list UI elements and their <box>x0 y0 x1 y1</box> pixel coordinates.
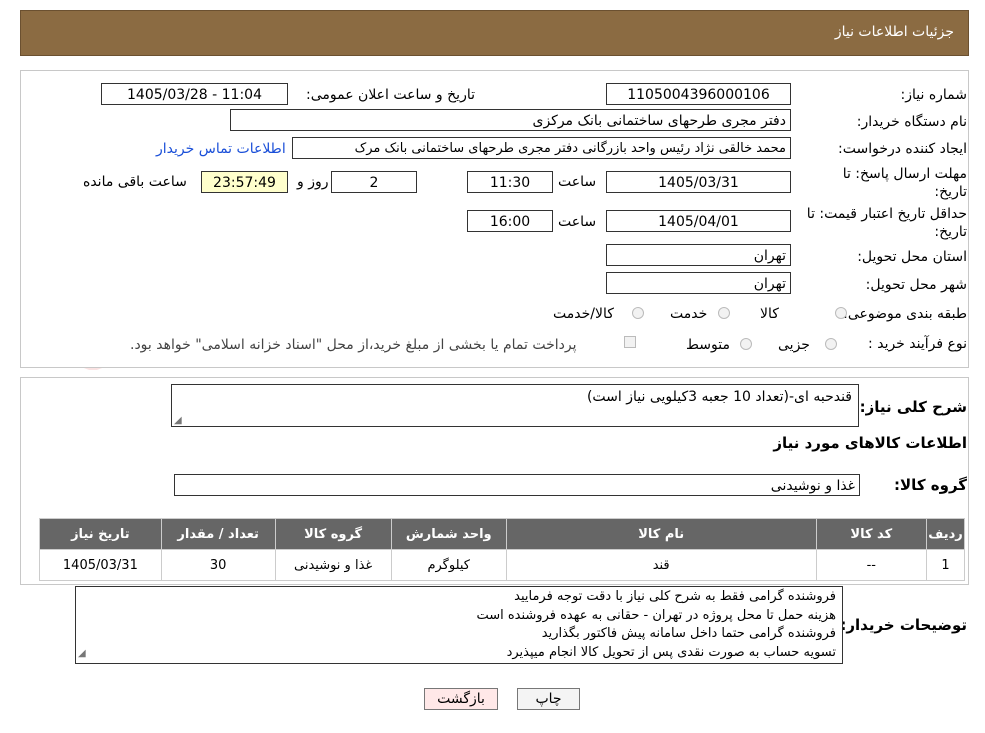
days-remaining-field: 2 <box>331 171 417 193</box>
resize-handle-icon[interactable]: ◢ <box>78 645 86 664</box>
requester-label: ایجاد کننده درخواست: <box>838 141 967 157</box>
deadline-time-label: ساعت <box>558 174 597 190</box>
col-quantity: تعداد / مقدار <box>160 518 276 550</box>
process-option-medium: متوسط <box>686 337 730 353</box>
col-unit: واحد شمارش <box>390 518 507 550</box>
payment-checkbox[interactable] <box>624 336 636 348</box>
description-text: قندحبه ای-(تعداد 10 جعبه 3کیلویی نیاز اس… <box>586 389 852 405</box>
process-radio-minor[interactable] <box>825 338 837 350</box>
buyer-org-field: دفتر مجری طرحهای ساختمانی بانک مرکزی <box>230 109 791 131</box>
announce-label: تاریخ و ساعت اعلان عمومی: <box>306 87 475 103</box>
buyer-note-line: تسویه حساب به صورت نقدی پس از تحویل کالا… <box>506 644 836 660</box>
goods-section-title: اطلاعات کالاهای مورد نیاز <box>773 434 967 452</box>
validity-date-field: 1405/04/01 <box>606 210 791 232</box>
goods-group-label: گروه کالا: <box>894 476 967 494</box>
col-group: گروه کالا <box>274 518 392 550</box>
need-number-field: 1105004396000106 <box>606 83 791 105</box>
announce-datetime-field: 1405/03/28 - 11:04 <box>101 83 288 105</box>
category-label: طبقه بندی موضوعی: <box>843 306 967 322</box>
buyer-note-line: فروشنده گرامی حتما داخل سامانه پیش فاکتو… <box>541 626 836 641</box>
need-number-label: شماره نیاز: <box>900 87 968 103</box>
col-code: کد کالا <box>815 518 928 550</box>
buyer-note-line: هزینه حمل تا محل پروژه در تهران - حقانی … <box>476 607 836 623</box>
page-title: جزئیات اطلاعات نیاز <box>834 24 954 40</box>
cell-code: -- <box>815 549 928 581</box>
deadline-time-field: 11:30 <box>467 171 553 193</box>
description-textarea[interactable]: قندحبه ای-(تعداد 10 جعبه 3کیلویی نیاز اس… <box>171 384 859 427</box>
cell-unit: کیلوگرم <box>390 549 507 581</box>
validity-label: حداقل تاریخ اعتبار قیمت: تا تاریخ: <box>806 206 967 240</box>
payment-note: پرداخت تمام یا بخشی از مبلغ خرید،از محل … <box>130 337 577 353</box>
province-label: استان محل تحویل: <box>857 249 967 265</box>
cell-name: قند <box>505 549 817 581</box>
buyer-notes-label: توضیحات خریدار: <box>840 616 967 634</box>
table-row: 1 -- قند کیلوگرم غذا و نوشیدنی 30 1405/0… <box>39 549 965 581</box>
validity-time-label: ساعت <box>558 214 597 230</box>
province-field: تهران <box>606 244 791 266</box>
buyer-note-line: فروشنده گرامی فقط به شرح کلی نیاز با دقت… <box>514 589 836 604</box>
cell-group: غذا و نوشیدنی <box>274 549 392 581</box>
deadline-date-field: 1405/03/31 <box>606 171 791 193</box>
buyer-org-label: نام دستگاه خریدار: <box>856 114 967 130</box>
goods-table: ردیف کد کالا نام کالا واحد شمارش گروه کا… <box>39 518 965 581</box>
buyer-notes-textarea[interactable]: فروشنده گرامی فقط به شرح کلی نیاز با دقت… <box>75 586 843 664</box>
process-label: نوع فرآیند خرید : <box>868 336 967 352</box>
col-row: ردیف <box>926 518 965 550</box>
remaining-label: ساعت باقی مانده <box>83 174 187 190</box>
cell-need-date: 1405/03/31 <box>39 549 162 581</box>
col-need-date: تاریخ نیاز <box>39 518 162 550</box>
buyer-contact-link[interactable]: اطلاعات تماس خریدار <box>156 141 286 157</box>
validity-time-field: 16:00 <box>467 210 553 232</box>
remaining-time-field: 23:57:49 <box>201 171 288 193</box>
col-name: نام کالا <box>505 518 817 550</box>
city-label: شهر محل تحویل: <box>865 277 967 293</box>
days-label: روز و <box>297 174 329 190</box>
description-label: شرح کلی نیاز: <box>859 398 967 416</box>
process-option-minor: جزیی <box>778 337 810 353</box>
category-option-goods-service: کالا/خدمت <box>553 306 614 322</box>
cell-quantity: 30 <box>160 549 276 581</box>
category-option-goods: کالا <box>760 306 779 322</box>
category-radio-goods[interactable] <box>835 307 847 319</box>
print-button[interactable]: چاپ <box>517 688 580 710</box>
back-button[interactable]: بازگشت <box>424 688 498 710</box>
goods-table-header: ردیف کد کالا نام کالا واحد شمارش گروه کا… <box>39 518 965 550</box>
deadline-label: مهلت ارسال پاسخ: تا تاریخ: <box>842 166 967 200</box>
resize-handle-icon[interactable]: ◢ <box>174 415 182 426</box>
page-header: جزئیات اطلاعات نیاز <box>20 10 969 56</box>
process-radio-medium[interactable] <box>740 338 752 350</box>
cell-row: 1 <box>926 549 965 581</box>
goods-group-field: غذا و نوشیدنی <box>174 474 860 496</box>
requester-field: محمد خالقی نژاد رئیس واحد بازرگانی دفتر … <box>292 137 791 159</box>
category-option-service: خدمت <box>670 306 708 322</box>
category-radio-goods-service[interactable] <box>632 307 644 319</box>
category-radio-service[interactable] <box>718 307 730 319</box>
city-field: تهران <box>606 272 791 294</box>
